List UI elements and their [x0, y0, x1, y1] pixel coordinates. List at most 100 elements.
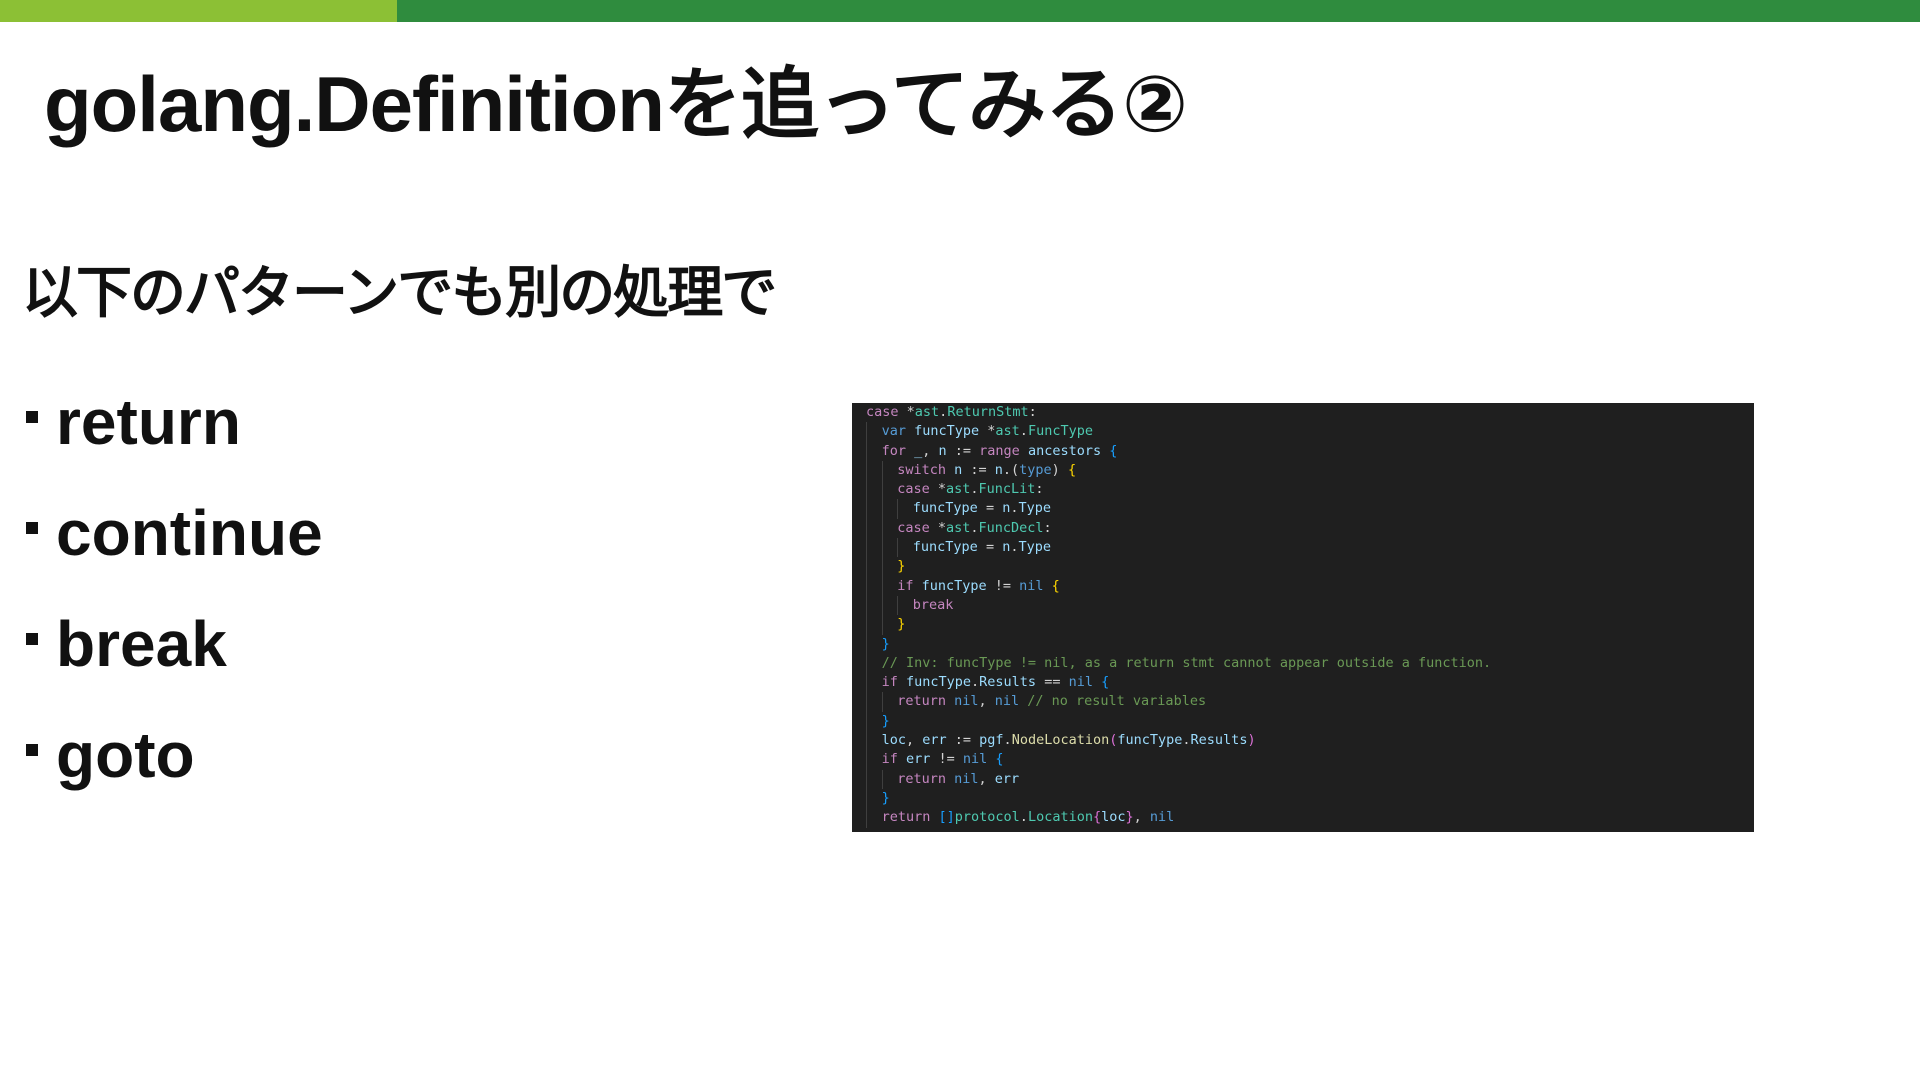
- indent-guide: [866, 576, 882, 596]
- code-token: Type: [1018, 500, 1051, 517]
- code-line: return []protocol.Location{loc}, nil: [866, 808, 1754, 828]
- code-token: ): [1051, 461, 1068, 478]
- code-screenshot: case *ast.ReturnStmt: var funcType *ast.F…: [852, 403, 1754, 832]
- code-token: loc: [881, 732, 906, 749]
- bullet-label: break: [56, 607, 227, 680]
- code-line: break: [866, 595, 1754, 616]
- code-token: nil: [954, 770, 979, 787]
- code-line: return nil, nil // no result variables: [866, 692, 1754, 712]
- code-token: n: [994, 461, 1003, 478]
- code-line: switch n := n.(type) {: [866, 460, 1754, 481]
- code-token: ReturnStmt: [947, 404, 1029, 420]
- top-accent-bar: [0, 0, 1920, 22]
- code-token: .: [1182, 732, 1191, 749]
- bullet-label: goto: [56, 718, 195, 791]
- code-token: var: [881, 423, 915, 440]
- code-token: .: [1019, 809, 1028, 826]
- bullet-label: continue: [56, 496, 323, 569]
- code-token: if: [881, 674, 906, 691]
- code-token: err: [905, 751, 939, 768]
- indent-guide: [866, 750, 882, 770]
- code-token: {: [1109, 442, 1118, 459]
- code-line: }: [866, 634, 1754, 654]
- code-token: !=: [994, 577, 1020, 594]
- code-token: case: [866, 404, 907, 420]
- code-line: case *ast.ReturnStmt:: [866, 403, 1754, 422]
- top-accent-bar-light: [0, 0, 397, 22]
- bullet-label: return: [56, 385, 241, 458]
- code-token: ): [1247, 732, 1256, 749]
- bullet-item: goto: [26, 699, 323, 810]
- code-token: }: [897, 558, 906, 575]
- code-line: if funcType != nil {: [866, 576, 1754, 596]
- code-token: // Inv: funcType != nil, as a return stm…: [881, 654, 1492, 671]
- indent-guide: [881, 518, 898, 539]
- code-token: nil: [994, 693, 1028, 710]
- code-token: funcType: [912, 500, 986, 517]
- code-token: []: [938, 809, 955, 826]
- code-line: loc, err := pgf.NodeLocation(funcType.Re…: [866, 731, 1754, 751]
- indent-guide: [866, 538, 882, 558]
- code-line: var funcType *ast.FuncType: [866, 422, 1754, 442]
- bullet-item: break: [26, 588, 323, 699]
- code-token: protocol: [954, 809, 1020, 826]
- indent-guide: [866, 441, 882, 461]
- indent-guide: [881, 480, 898, 500]
- indent-guide: [866, 653, 882, 674]
- indent-guide: [881, 769, 898, 789]
- code-token: FuncLit: [978, 481, 1036, 498]
- code-token: .: [970, 519, 979, 536]
- code-token: ast: [945, 481, 971, 498]
- code-token: funcType: [1117, 732, 1183, 749]
- code-token: nil: [954, 693, 979, 710]
- indent-guide: [866, 615, 882, 635]
- code-token: :: [1035, 481, 1044, 498]
- code-token: :=: [954, 732, 980, 749]
- code-line: }: [866, 788, 1754, 809]
- code-token: ancestors: [1027, 442, 1110, 459]
- code-token: =: [985, 539, 1003, 556]
- indent-guide: [866, 499, 882, 519]
- code-token: ast: [914, 404, 940, 420]
- code-line: // Inv: funcType != nil, as a return stm…: [866, 653, 1754, 674]
- indent-guide: [866, 595, 882, 616]
- slide-subtitle: 以下のパターンでも別の処理で: [22, 261, 777, 326]
- indent-guide: [866, 769, 882, 789]
- bullet-item: return: [26, 366, 323, 477]
- code-token: {: [1092, 809, 1102, 826]
- code-token: return: [881, 809, 939, 826]
- code-line: if funcType.Results == nil {: [866, 673, 1754, 693]
- code-token: if: [897, 577, 922, 594]
- code-token: ,: [978, 770, 995, 787]
- code-token: ,: [978, 693, 995, 710]
- indent-guide: [897, 595, 913, 616]
- bullet-list: return continue break goto: [26, 366, 323, 810]
- code-token: *: [937, 481, 946, 498]
- code-token: :: [1028, 404, 1037, 420]
- code-token: .: [971, 674, 980, 691]
- code-token: }: [1125, 809, 1134, 826]
- code-token: FuncDecl: [978, 519, 1044, 536]
- code-line: if err != nil {: [866, 750, 1754, 770]
- code-token: return: [897, 693, 955, 710]
- code-token: }: [897, 616, 906, 633]
- indent-guide: [897, 499, 913, 519]
- bullet-square-icon: [26, 521, 38, 534]
- code-token: ,: [922, 442, 939, 459]
- code-line: }: [866, 557, 1754, 577]
- code-token: if: [881, 751, 906, 768]
- indent-guide: [866, 422, 882, 442]
- indent-guide: [866, 808, 882, 828]
- code-token: range: [979, 442, 1028, 459]
- code-token: ast: [995, 423, 1020, 440]
- code-token: .(: [1002, 461, 1020, 478]
- code-token: type: [1019, 461, 1052, 478]
- code-token: n: [938, 442, 955, 459]
- indent-guide: [881, 460, 898, 481]
- indent-guide: [881, 576, 898, 596]
- indent-guide: [866, 692, 882, 712]
- code-token: case: [897, 481, 938, 498]
- code-token: Type: [1018, 539, 1051, 556]
- code-token: nil: [1019, 577, 1052, 594]
- code-token: nil: [1068, 674, 1102, 691]
